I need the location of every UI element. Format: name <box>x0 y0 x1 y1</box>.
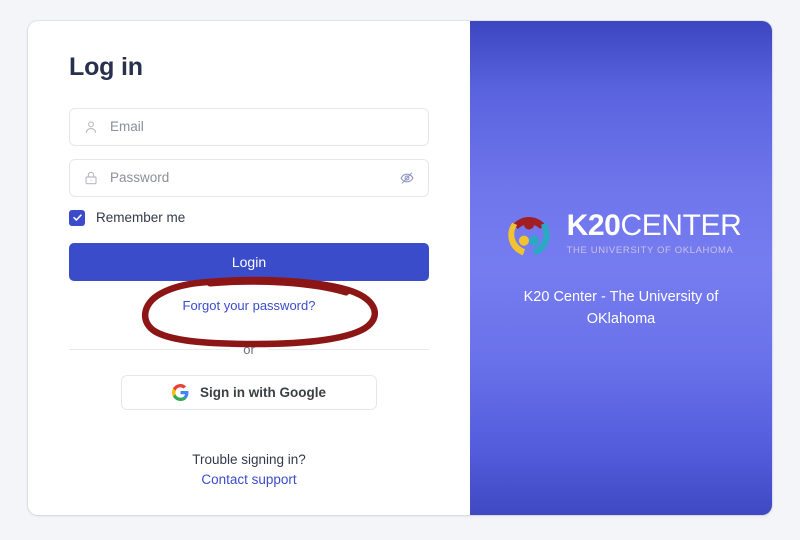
login-button[interactable]: Login <box>69 242 429 281</box>
brand-logo-row: K20CENTER THE UNIVERSITY OF OKLAHOMA <box>501 206 742 262</box>
forgot-password-row: Forgot your password? <box>69 297 429 315</box>
password-field[interactable]: Password <box>69 158 429 197</box>
divider-line-left <box>69 348 231 350</box>
login-form-pane: Log in Email Password Remember me Login … <box>28 21 470 515</box>
brand-wordmark-light: CENTER <box>620 209 742 243</box>
forgot-password-link[interactable]: Forgot your password? <box>183 298 316 313</box>
lock-icon <box>85 171 97 184</box>
brand-caption: K20 Center - The University of OKlahoma <box>523 288 719 327</box>
divider-line-right <box>267 348 429 350</box>
support-block: Trouble signing in? Contact support <box>69 452 429 489</box>
k20-logo-icon <box>507 216 550 255</box>
brand-wordmark-block: K20CENTER THE UNIVERSITY OF OKLAHOMA <box>566 211 742 257</box>
brand-pane: K20CENTER THE UNIVERSITY OF OKLAHOMA K20… <box>470 21 772 515</box>
brand-wordmark-bold: K20 <box>566 209 621 243</box>
page-title: Log in <box>69 53 143 81</box>
email-field[interactable]: Email <box>69 107 429 146</box>
remember-me-checkbox[interactable] <box>69 209 85 226</box>
contact-support-link[interactable]: Contact support <box>201 472 296 487</box>
login-card: Log in Email Password Remember me Login … <box>28 21 772 515</box>
email-placeholder: Email <box>110 119 144 134</box>
remember-me-row[interactable]: Remember me <box>69 209 429 226</box>
google-icon <box>172 383 189 401</box>
support-question: Trouble signing in? <box>192 451 306 467</box>
remember-me-label: Remember me <box>96 210 186 225</box>
google-signin-label: Sign in with Google <box>200 384 326 400</box>
eye-off-icon[interactable] <box>399 170 415 186</box>
brand-tagline: THE UNIVERSITY OF OKLAHOMA <box>566 245 734 257</box>
divider-label: or <box>243 341 255 357</box>
user-icon <box>85 120 97 133</box>
password-placeholder: Password <box>110 170 170 185</box>
or-divider: or <box>69 342 429 357</box>
brand-wordmark: K20CENTER <box>567 211 742 241</box>
google-signin-button[interactable]: Sign in with Google <box>121 374 377 410</box>
check-icon <box>72 214 82 221</box>
